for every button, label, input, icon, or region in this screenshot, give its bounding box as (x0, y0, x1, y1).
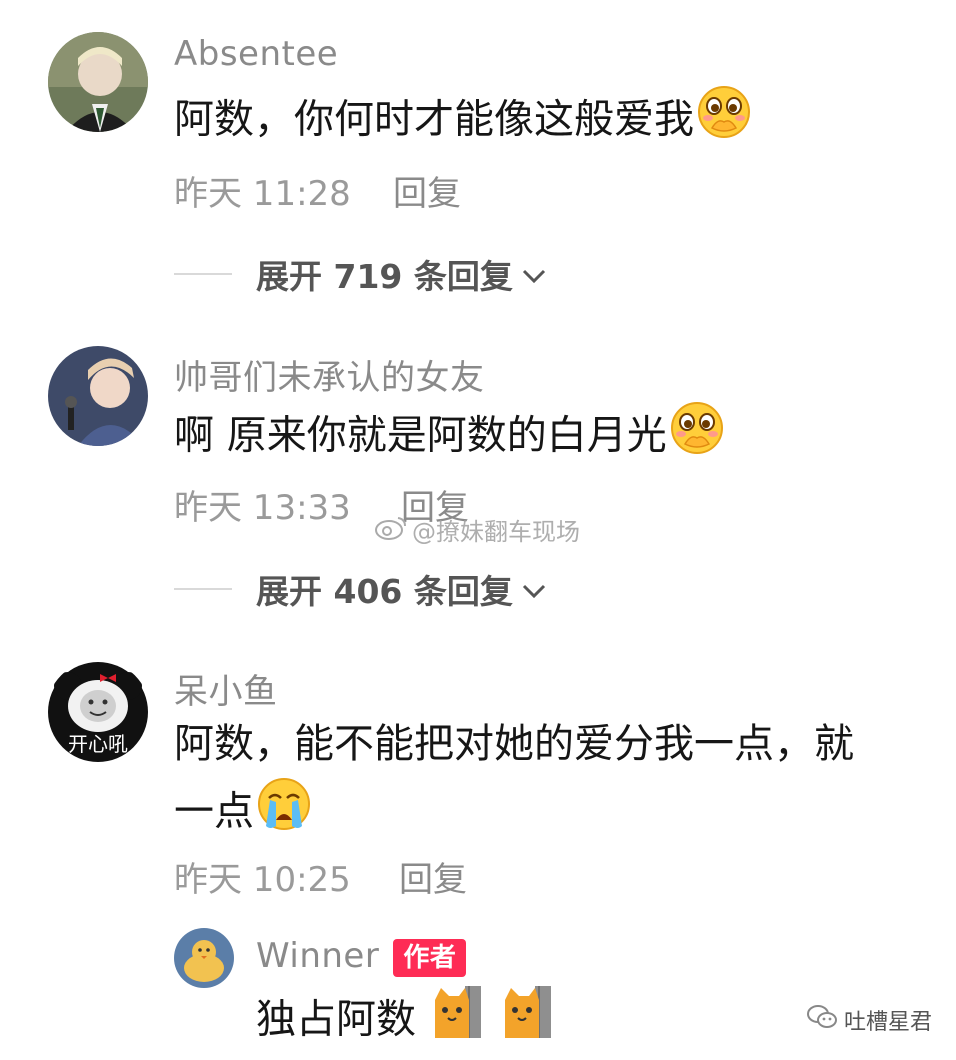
expand-replies-label: 展开 719 条回复 (256, 257, 513, 296)
reply-text: 独占阿数 (256, 984, 553, 1059)
divider (174, 273, 232, 275)
comment-text: 阿数，你何时才能像这般爱我 (174, 84, 752, 159)
comment-timestamp: 昨天 13:33 (174, 488, 351, 528)
comment-text: 啊 原来你就是阿数的白月光 (174, 400, 725, 475)
reply-username: Winner 作者 (256, 936, 467, 977)
comment-timestamp: 昨天 11:28 (174, 174, 351, 214)
comment-timestamp: 昨天 10:25 (174, 860, 351, 900)
divider (174, 588, 232, 590)
avatar[interactable]: 开心吼 (46, 660, 150, 764)
expand-replies-button[interactable]: 展开 406 条回复 (174, 565, 547, 613)
chevron-down-icon (521, 570, 547, 609)
comment-item: 开心吼 呆小鱼 阿数，能不能把对她的爱分我一点，就 一点 昨天 10:25 回复 (0, 640, 956, 1059)
expand-replies-button[interactable]: 展开 719 条回复 (174, 250, 547, 298)
comment-item: 帅哥们未承认的女友 啊 原来你就是阿数的白月光 昨天 13:33 回复 展开 4… (0, 330, 956, 640)
crying-face-emoji-icon (256, 776, 312, 851)
comment-username[interactable]: Absentee (174, 34, 338, 74)
comment-text: 阿数，能不能把对她的爱分我一点，就 一点 (174, 712, 854, 851)
brand-name: 吐槽星君 (843, 1010, 932, 1035)
chevron-down-icon (521, 255, 547, 294)
shy-face-emoji-icon (696, 84, 752, 159)
expand-replies-label: 展开 406 条回复 (256, 572, 513, 611)
brand-watermark: 吐槽星君 (806, 1003, 932, 1037)
comment-item: Absentee 阿数，你何时才能像这般爱我 昨天 11:28 回复 展开 71… (0, 0, 956, 330)
comment-text-content: 一点 (174, 788, 254, 835)
avatar[interactable] (48, 346, 148, 446)
wechat-icon (806, 1003, 838, 1037)
reply-button[interactable]: 回复 (399, 852, 467, 901)
reply-button[interactable]: 回复 (393, 166, 461, 215)
cat-peeking-emoji-icon (431, 984, 483, 1059)
comment-username[interactable]: 帅哥们未承认的女友 (174, 350, 485, 399)
avatar[interactable] (48, 32, 148, 132)
avatar-caption: 开心吼 (68, 732, 128, 756)
comment-text-content: 阿数，你何时才能像这般爱我 (174, 96, 694, 143)
shy-face-emoji-icon (669, 400, 725, 475)
cat-peeking-emoji-icon (501, 984, 553, 1059)
reply-text-content: 独占阿数 (256, 996, 416, 1043)
watermark: @撩妹翻车现场 (374, 512, 580, 547)
watermark-text: @撩妹翻车现场 (412, 518, 580, 546)
avatar[interactable] (174, 928, 234, 988)
comment-username[interactable]: 呆小鱼 (174, 664, 278, 713)
author-badge: 作者 (393, 938, 467, 977)
comment-text-line-2: 一点 (174, 776, 854, 851)
comment-text-content: 啊 原来你就是阿数的白月光 (174, 412, 667, 459)
weibo-icon (374, 514, 408, 546)
reply-item: Winner 作者 独占阿数 (0, 920, 956, 1060)
comment-text-line: 阿数，能不能把对她的爱分我一点，就 (174, 721, 854, 767)
reply-username-text[interactable]: Winner (256, 936, 379, 976)
